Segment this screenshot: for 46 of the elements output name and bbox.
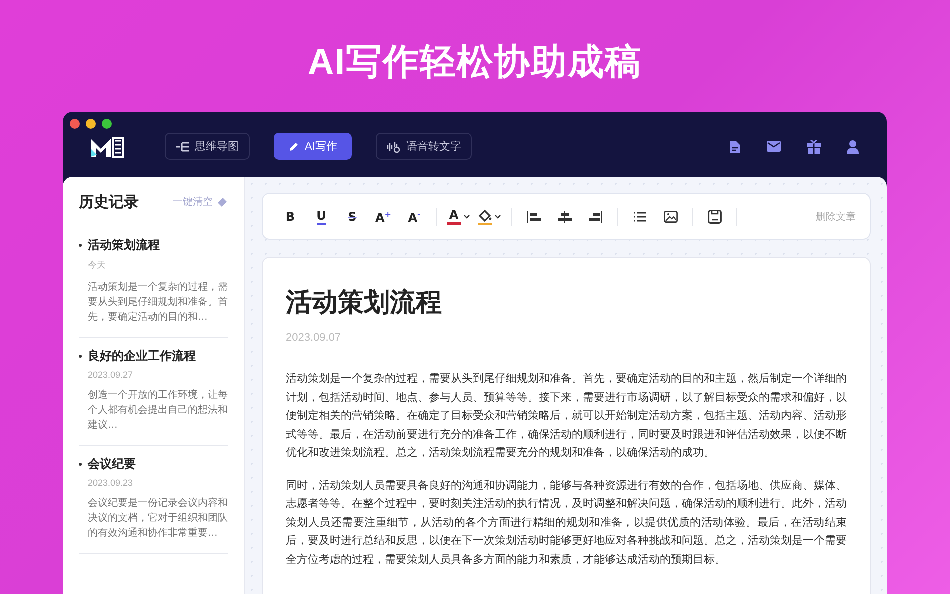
- history-item[interactable]: 活动策划流程 今天 活动策划是一个复杂的过程，需要从头到尾仔细规划和准备。首先，要确定活动的目的和…: [79, 227, 228, 338]
- align-center-icon: [558, 210, 572, 222]
- user-icon[interactable]: [847, 140, 859, 154]
- mindmap-icon: [176, 142, 189, 152]
- underline-button[interactable]: U: [306, 202, 337, 230]
- nav-tab[interactable]: 思维导图: [165, 133, 250, 160]
- history-snippet: 活动策划是一个复杂的过程，需要从头到尾仔细规划和准备。首先，要确定活动的目的和…: [87, 280, 228, 325]
- document-title: 活动策划流程: [286, 286, 443, 319]
- grow-button[interactable]: A$^{+}$: [368, 202, 399, 230]
- image-icon: [664, 210, 678, 222]
- save-icon: [708, 210, 722, 224]
- history-date: 2023.09.23: [88, 478, 134, 488]
- history-title: 良好的企业工作流程: [79, 348, 228, 365]
- bold-button[interactable]: B: [275, 202, 306, 230]
- pencil-icon: [289, 142, 299, 152]
- history-date: 今天: [88, 259, 107, 272]
- gift-icon[interactable]: [807, 140, 821, 154]
- caret-icon: [495, 214, 501, 218]
- shrink-button[interactable]: A$^{-}$: [399, 202, 430, 230]
- history-snippet: 创造一个开放的工作环境，让每个人都有机会提出自己的想法和建议…: [87, 388, 228, 433]
- font-color-button[interactable]: A: [443, 202, 474, 230]
- eraser-icon: [217, 197, 228, 207]
- history-title: 活动策划流程: [79, 237, 228, 254]
- history-date: 2023.09.27: [88, 370, 134, 380]
- history-item[interactable]: 良好的企业工作流程 2023.09.27 创造一个开放的工作环境，让每个人都有机会提出自己的想法和建议…: [79, 338, 228, 446]
- voice-icon: [387, 140, 400, 152]
- align-left-icon: [526, 210, 540, 222]
- document-paragraph: 活动策划是一个复杂的过程，需要从头到尾仔细规划和准备。首先，要确定活动的目的和主题，然后制定一个详细的计划，包括活动时间、地点、参与人员、预算等等。接下来，需要进行市场调研，以了解目标受众的需求和偏好，以便制定相关的营销策略。在确定了目标受众和营销策略后，就可以开始制定活动方案，包括主题、活动内容、活动形式等等。最后，在活动前要进行充分的准备工作，确保活动的顺利进行，同时要及时跟进和评估活动效果，以便不断优化和改进策划流程。总之，活动策划流程需要充分的规划和准备，以确保活动的成功。: [286, 372, 847, 461]
- document-date: 2023.09.07: [286, 332, 342, 344]
- document-paragraph: 同时，活动策划人员需要具备良好的沟通和协调能力，能够与各种资源进行有效的合作，包括场地、供应商、媒体、志愿者等等。在整个过程中，要时刻关注活动的执行情况，及时调整和解决问题，确保活动的顺利进行。此外，活动策划人员还需要注重细节，从活动的各个方面进行精细的规划和准备，以提供优质的活动体验。最后，在活动结束后，要及时进行总结和反思，以便在下一次策划活动时能够更好地应对各种挑战和问题。总之，活动策划是一个需要全方位考虑的过程，需要策划人员具备多方面的能力和素质，才能够达成活动的预期目标。: [286, 478, 847, 568]
- nav-tab[interactable]: 语音转文字: [376, 133, 472, 160]
- history-snippet: 会议纪要是一份记录会议内容和决议的文档，它对于组织和团队的有效沟通和协作非常重要…: [87, 496, 228, 541]
- document-icon[interactable]: [729, 140, 741, 154]
- history-item[interactable]: 会议纪要 2023.09.23 会议纪要是一份记录会议内容和决议的文档，它对于组织和团队的有效沟通和协作非常重要…: [79, 446, 228, 554]
- align-right-icon: [588, 210, 602, 222]
- minimize-icon[interactable]: [86, 119, 96, 129]
- list-icon: [634, 212, 646, 222]
- mail-icon[interactable]: [767, 141, 781, 152]
- logo-icon: [89, 134, 125, 158]
- nav-tab[interactable]: AI写作: [274, 133, 352, 160]
- sidebar-title: 历史记录: [79, 192, 139, 212]
- history-title: 会议纪要: [79, 456, 228, 473]
- close-icon[interactable]: [70, 119, 80, 129]
- caret-icon: [464, 214, 470, 218]
- maximize-icon[interactable]: [102, 119, 112, 129]
- headline: AI写作轻松协助成稿: [308, 40, 642, 84]
